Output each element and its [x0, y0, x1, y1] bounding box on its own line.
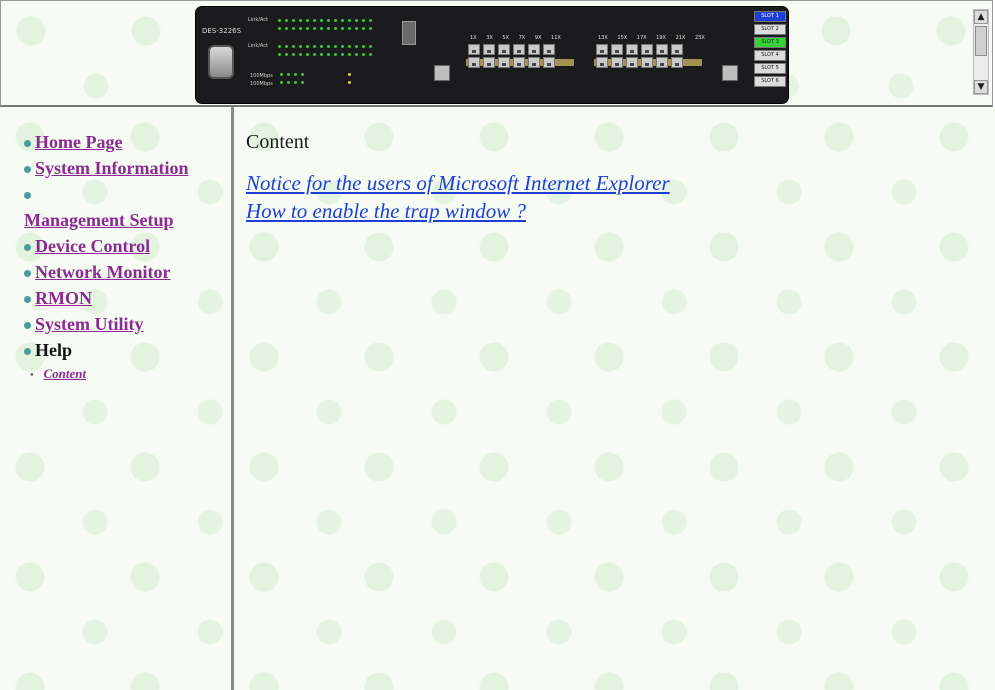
- bullet-icon: [24, 348, 31, 356]
- nav-item-help[interactable]: Help: [24, 337, 224, 363]
- arrow-down-icon: ▼: [977, 82, 985, 92]
- sub-bullet-icon: •: [30, 370, 34, 381]
- nav-item-system-utility[interactable]: System Utility: [24, 311, 224, 337]
- bullet-icon: [24, 296, 31, 304]
- slot-6: SLOT 6: [754, 76, 786, 87]
- top-frame-scrollbar[interactable]: ▲ ▼: [973, 9, 989, 95]
- nav-menu: Home Page System Information Management …: [24, 129, 224, 387]
- scrollbar-thumb[interactable]: [975, 26, 987, 56]
- port-group-left: [468, 44, 556, 68]
- content-frame: Content Notice for the users of Microsof…: [234, 107, 995, 690]
- nav-item-network-monitor[interactable]: Network Monitor: [24, 259, 224, 285]
- slot-2: SLOT 2: [754, 24, 786, 35]
- slot-1: SLOT 1: [754, 11, 786, 22]
- nav-item-rmon[interactable]: RMON: [24, 285, 224, 311]
- bullet-icon: [24, 244, 31, 252]
- scroll-up-button[interactable]: ▲: [974, 10, 988, 24]
- slot-3: SLOT 3: [754, 37, 786, 48]
- bullet-icon: [24, 270, 31, 278]
- bullet-icon: [24, 140, 31, 148]
- port-group-right: [596, 44, 684, 68]
- page-title: Content: [246, 131, 310, 153]
- scroll-down-button[interactable]: ▼: [974, 80, 988, 94]
- nav-subitem-content[interactable]: • Content: [30, 363, 224, 387]
- console-indicator: [402, 21, 416, 45]
- nav-item-management-setup[interactable]: Management Setup: [24, 181, 224, 233]
- bullet-icon: [24, 192, 31, 200]
- bullet-icon: [24, 166, 31, 174]
- switch-front-panel: DES-3226S Link/Act Link/Act 100Mbps 100M…: [196, 7, 788, 103]
- trap-window-link[interactable]: How to enable the trap window ?: [246, 197, 670, 225]
- nav-item-device-control[interactable]: Device Control: [24, 233, 224, 259]
- slot-4: SLOT 4: [754, 50, 786, 61]
- ie-notice-link[interactable]: Notice for the users of Microsoft Intern…: [246, 169, 670, 197]
- top-frame: DES-3226S Link/Act Link/Act 100Mbps 100M…: [0, 0, 993, 107]
- nav-item-home-page[interactable]: Home Page: [24, 129, 224, 155]
- help-links: Notice for the users of Microsoft Intern…: [246, 169, 670, 225]
- bullet-icon: [24, 322, 31, 330]
- port-numbers-right: 13X 15X 17X 19X 21X 23X: [598, 35, 705, 41]
- uplink-port-right: [722, 65, 738, 81]
- nav-item-system-information[interactable]: System Information: [24, 155, 224, 181]
- power-button[interactable]: [208, 45, 234, 79]
- port-numbers-left: 1X 3X 5X 7X 9X 11X: [470, 35, 561, 41]
- slot-5: SLOT 5: [754, 63, 786, 74]
- slot-indicators: SLOT 1 SLOT 2 SLOT 3 SLOT 4 SLOT 5 SLOT …: [754, 11, 786, 89]
- arrow-up-icon: ▲: [977, 12, 985, 22]
- device-model-label: DES-3226S: [202, 27, 242, 35]
- navigation-frame: Home Page System Information Management …: [0, 107, 234, 690]
- uplink-port-left: [434, 65, 450, 81]
